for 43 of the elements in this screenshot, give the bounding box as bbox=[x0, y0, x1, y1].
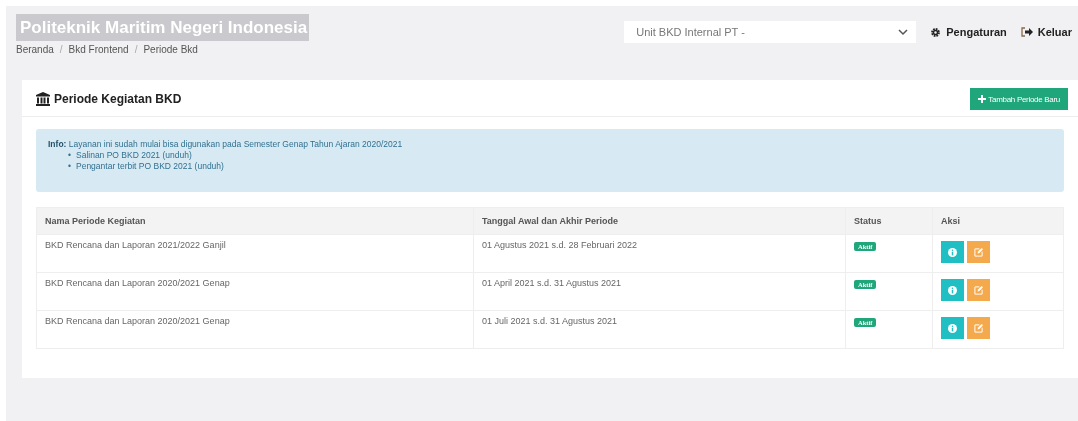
info-icon bbox=[948, 285, 957, 295]
edit-button[interactable] bbox=[967, 279, 990, 301]
bullet: • bbox=[68, 161, 71, 172]
column-header: Tanggal Awal dan Akhir Periode bbox=[473, 207, 846, 235]
breadcrumb-separator: / bbox=[134, 44, 138, 55]
download-link[interactable]: (unduh) bbox=[162, 150, 192, 160]
bank-icon bbox=[36, 92, 50, 106]
bullet: • bbox=[68, 150, 71, 161]
table-cell: BKD Rencana dan Laporan 2021/2022 Ganjil bbox=[36, 234, 474, 273]
settings-icon bbox=[930, 26, 942, 38]
edit-icon bbox=[974, 285, 983, 295]
unit-select[interactable]: Unit BKD Internal PT - bbox=[624, 21, 917, 43]
column-header: Status bbox=[845, 207, 933, 235]
edit-icon bbox=[974, 247, 983, 257]
chevron-down-icon bbox=[898, 28, 909, 36]
edit-icon bbox=[974, 323, 983, 333]
info-button[interactable] bbox=[941, 241, 964, 263]
plus-icon bbox=[978, 95, 987, 103]
settings-link[interactable]: Pengaturan bbox=[930, 26, 1007, 38]
info-button[interactable] bbox=[941, 279, 964, 301]
table-cell: 01 Agustus 2021 s.d. 28 Februari 2022 bbox=[473, 234, 846, 273]
breadcrumb-separator: / bbox=[59, 44, 63, 55]
download-link[interactable]: (unduh) bbox=[194, 161, 224, 171]
sign-out-icon bbox=[1020, 27, 1033, 37]
edit-button[interactable] bbox=[967, 317, 990, 339]
info-list-item: Pengantar terbit PO BKD 2021 (unduh) bbox=[76, 161, 224, 172]
table-cell: BKD Rencana dan Laporan 2020/2021 Genap bbox=[36, 310, 474, 349]
edit-button[interactable] bbox=[967, 241, 990, 263]
breadcrumb-link[interactable]: Beranda bbox=[16, 44, 54, 55]
table-cell: BKD Rencana dan Laporan 2020/2021 Genap bbox=[36, 272, 474, 311]
table-cell: 01 April 2021 s.d. 31 Agustus 2021 bbox=[473, 272, 846, 311]
breadcrumb-link[interactable]: Bkd Frontend bbox=[68, 44, 129, 55]
info-list-item: Salinan PO BKD 2021 (unduh) bbox=[76, 150, 192, 161]
info-button[interactable] bbox=[941, 317, 964, 339]
info-text: Info: Layanan ini sudah mulai bisa digunakan pada Semester Genap Tahun Ajaran 2020/2021 bbox=[48, 139, 404, 149]
table-cell: 01 Juli 2021 s.d. 31 Agustus 2021 bbox=[473, 310, 846, 349]
column-header: Nama Periode Kegiatan bbox=[36, 207, 474, 235]
card-title: Periode Kegiatan BKD bbox=[54, 92, 182, 106]
breadcrumb-link[interactable]: Periode Bkd bbox=[143, 44, 198, 55]
info-icon bbox=[948, 247, 957, 257]
logout-link[interactable]: Keluar bbox=[1020, 26, 1072, 38]
column-header: Aksi bbox=[932, 207, 1064, 235]
info-icon bbox=[948, 323, 957, 333]
